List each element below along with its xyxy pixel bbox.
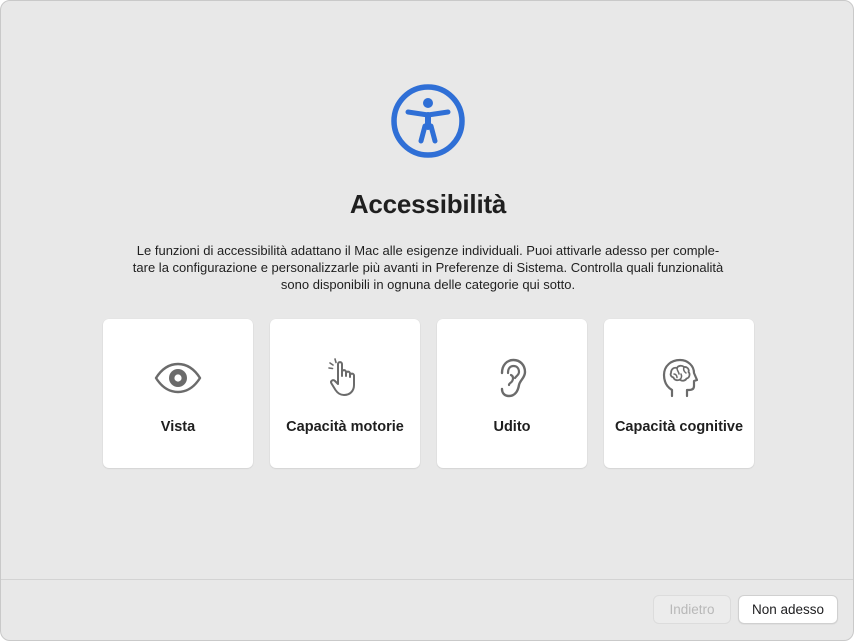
page-title: Accessibilità	[349, 189, 507, 219]
category-label: Capacità cognitive	[614, 419, 744, 435]
not-now-button[interactable]: Non adesso	[738, 595, 838, 624]
category-label: Udito	[493, 419, 531, 435]
ear-icon	[500, 358, 527, 398]
category-card-hearing[interactable]: Udito	[437, 319, 587, 468]
category-card-motor[interactable]: Capacità motorie	[270, 319, 420, 468]
category-label: Vista	[160, 419, 196, 435]
back-button[interactable]: Indietro	[653, 595, 731, 624]
setup-assistant-window: Accessibilità Le funzioni di accessibili…	[0, 0, 854, 641]
category-card-vision[interactable]: Vista	[103, 319, 253, 468]
page-description: Le funzioni di accessibilità adattano il…	[132, 243, 724, 292]
category-card-cognitive[interactable]: Capacità cognitive	[604, 319, 754, 468]
category-label: Capacità motorie	[286, 419, 404, 435]
brain-head-icon	[662, 358, 698, 398]
accessibility-icon	[391, 84, 465, 158]
footer-divider	[1, 579, 853, 580]
hand-pointer-icon	[328, 358, 355, 396]
eye-icon	[154, 362, 202, 394]
